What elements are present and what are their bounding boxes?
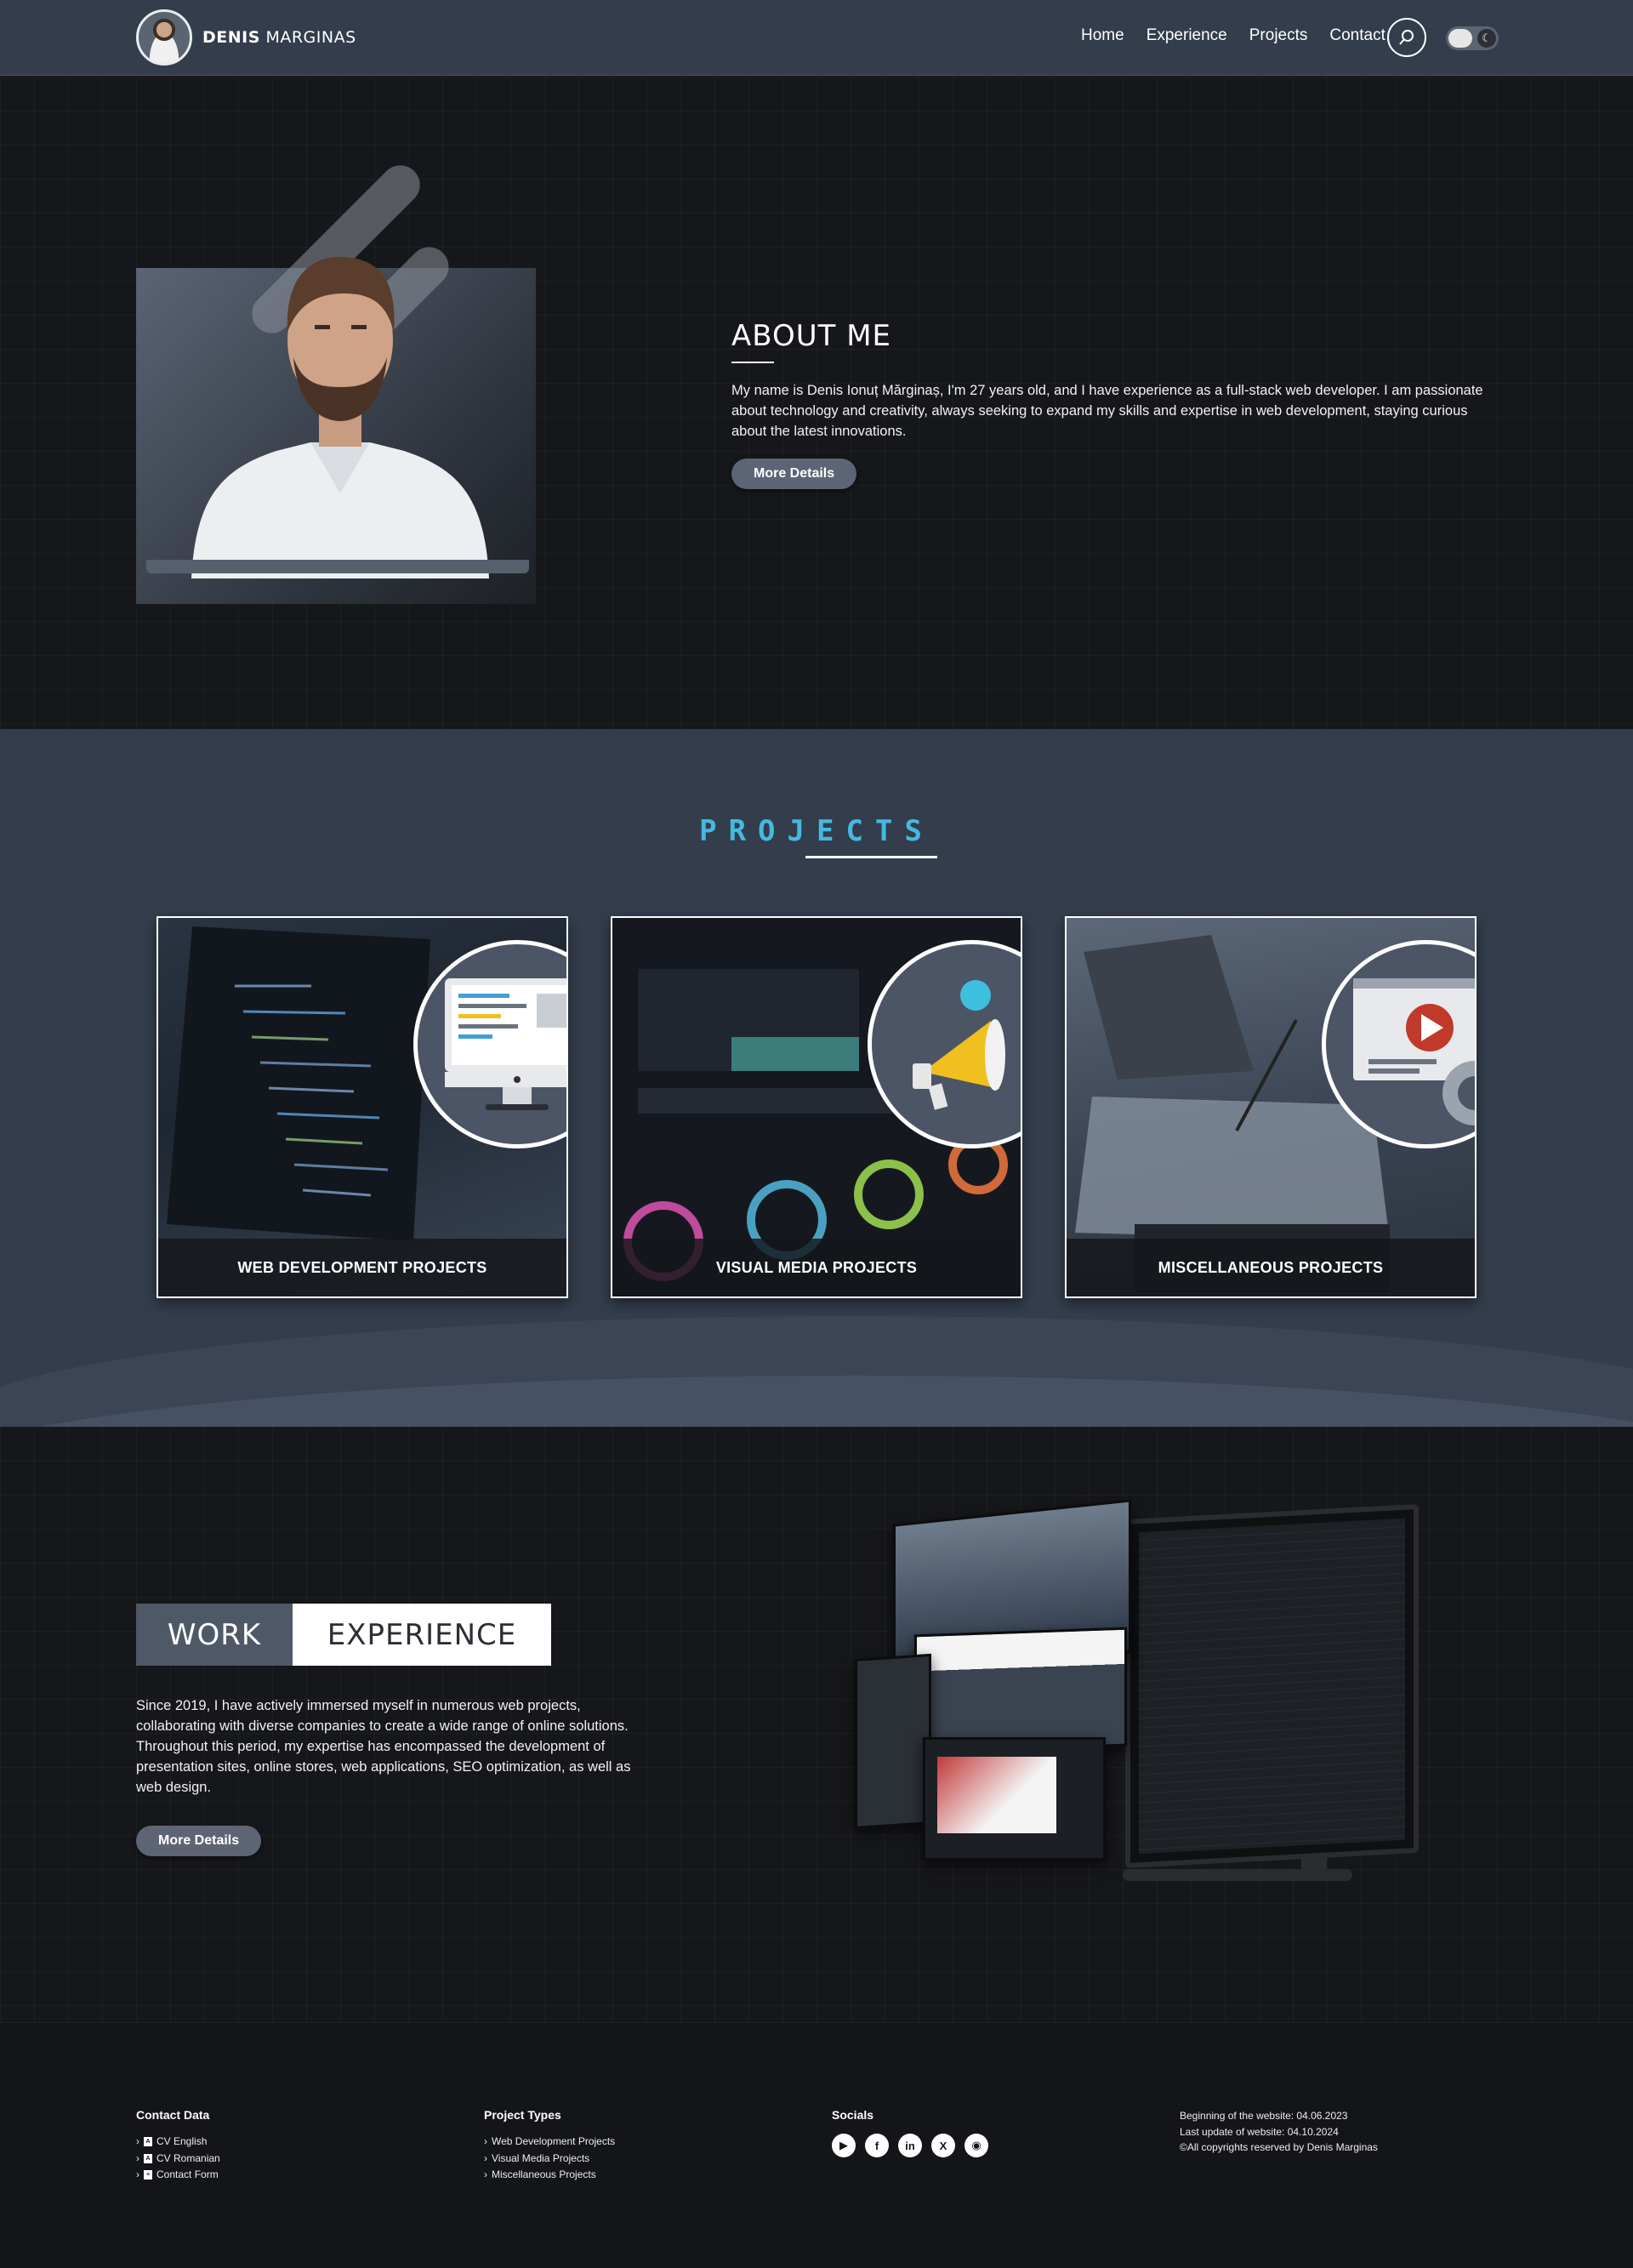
title-underline xyxy=(805,856,937,858)
card-label: WEB DEVELOPMENT PROJECTS xyxy=(158,1239,566,1296)
logo[interactable]: DENIS MARGINAS xyxy=(136,9,356,66)
youtube-icon[interactable]: ▶ xyxy=(832,2134,856,2157)
about-photo xyxy=(136,157,638,613)
footer: Contact Data › A CV English › A CV Romanian … xyxy=(0,2022,1633,2268)
footer-link-cv-romanian[interactable]: › A CV Romanian xyxy=(136,2151,220,2168)
website-screenshot xyxy=(914,1627,1127,1754)
about-section: About Me My name is Denis Ionuț Mărginaș… xyxy=(0,77,1633,729)
footer-link-visual[interactable]: › Visual Media Projects xyxy=(484,2151,615,2168)
about-more-details-button[interactable]: More Details xyxy=(731,459,857,489)
social-icons: ▶ f in X ◉ xyxy=(832,2134,988,2157)
work-experience-section: WORK EXPERIENCE Since 2019, I have activ… xyxy=(0,1427,1633,2022)
chevron-right-icon: › xyxy=(136,2168,139,2180)
work-title-part1: WORK xyxy=(136,1604,293,1666)
moon-icon: ☾ xyxy=(1477,29,1496,48)
github-icon[interactable]: ◉ xyxy=(964,2134,988,2157)
pdf-icon: A xyxy=(144,2153,152,2163)
about-paragraph: My name is Denis Ionuț Mărginaș, I'm 27 … xyxy=(731,383,1483,439)
card-label: VISUAL MEDIA PROJECTS xyxy=(612,1239,1021,1296)
work-paragraph: Since 2019, I have actively immersed mys… xyxy=(136,1698,631,1795)
toggle-knob xyxy=(1448,29,1472,48)
profile-photo xyxy=(191,256,489,578)
website-screenshot xyxy=(923,1737,1106,1861)
chevron-right-icon: › xyxy=(136,2135,139,2147)
projects-title: PROJECTS xyxy=(699,814,934,848)
pdf-icon: A xyxy=(144,2137,152,2147)
monitor-screen xyxy=(1125,1503,1419,1869)
avatar xyxy=(136,9,192,66)
theme-toggle[interactable]: ☾ xyxy=(1446,26,1499,50)
work-title-part2: EXPERIENCE xyxy=(293,1604,551,1666)
copyright: ©All copyrights reserved by Denis Margin… xyxy=(1180,2141,1378,2153)
search-button[interactable] xyxy=(1387,18,1426,57)
title-underline xyxy=(731,362,774,363)
project-card-visual[interactable]: VISUAL MEDIA PROJECTS xyxy=(611,916,1022,1298)
monitor-base xyxy=(1123,1869,1352,1881)
footer-contact-title: Contact Data xyxy=(136,2108,210,2122)
facebook-icon[interactable]: f xyxy=(865,2134,889,2157)
footer-socials-title: Socials xyxy=(832,2108,874,2122)
work-title: WORK EXPERIENCE xyxy=(136,1604,551,1666)
website-screenshot xyxy=(855,1653,931,1830)
footer-contact: Contact Data › A CV English › A CV Romanian … xyxy=(136,2108,220,2184)
footer-meta: Beginning of the website: 04.06.2023 Las… xyxy=(1180,2108,1378,2156)
footer-link-web[interactable]: › Web Development Projects xyxy=(484,2134,615,2151)
top-navbar: DENIS MARGINAS Home Experience Projects … xyxy=(0,0,1633,76)
linkedin-icon[interactable]: in xyxy=(898,2134,922,2157)
search-icon xyxy=(1399,30,1414,45)
nav-contact[interactable]: Contact xyxy=(1329,26,1385,45)
about-title: About Me xyxy=(731,319,892,353)
nav-experience[interactable]: Experience xyxy=(1147,26,1227,45)
footer-link-contact-form[interactable]: › ≡ Contact Form xyxy=(136,2167,220,2184)
brand-name: DENIS MARGINAS xyxy=(202,28,356,47)
chevron-right-icon: › xyxy=(136,2151,139,2164)
chevron-right-icon: › xyxy=(484,2168,487,2180)
website-start-date: Beginning of the website: 04.06.2023 xyxy=(1180,2110,1348,2122)
chevron-right-icon: › xyxy=(484,2151,487,2164)
photo-ledge xyxy=(146,560,529,573)
footer-types-title: Project Types xyxy=(484,2108,561,2122)
footer-link-misc[interactable]: › Miscellaneous Projects xyxy=(484,2167,615,2184)
x-icon[interactable]: X xyxy=(931,2134,955,2157)
footer-socials: Socials ▶ f in X ◉ xyxy=(832,2108,988,2157)
about-content: About Me My name is Denis Ionuț Mărginaș… xyxy=(731,319,1497,489)
project-card-misc[interactable]: MISCELLANEOUS PROJECTS xyxy=(1065,916,1477,1298)
work-more-details-button[interactable]: More Details xyxy=(136,1826,262,1856)
nav-home[interactable]: Home xyxy=(1081,26,1124,45)
main-menu: Home Experience Projects Contact xyxy=(1081,26,1385,45)
projects-section: PROJECTS WEB DEVELOPMENT PROJECTS VISUAL… xyxy=(0,729,1633,1427)
website-update-date: Last update of website: 04.10.2024 xyxy=(1180,2125,1339,2138)
chevron-right-icon: › xyxy=(484,2135,487,2147)
nav-projects[interactable]: Projects xyxy=(1249,26,1308,45)
card-label: MISCELLANEOUS PROJECTS xyxy=(1067,1239,1475,1296)
footer-link-cv-english[interactable]: › A CV English xyxy=(136,2134,220,2151)
project-card-web[interactable]: WEB DEVELOPMENT PROJECTS xyxy=(156,916,568,1298)
footer-project-types: Project Types › Web Development Projects … xyxy=(484,2108,615,2184)
form-icon: ≡ xyxy=(144,2170,152,2180)
